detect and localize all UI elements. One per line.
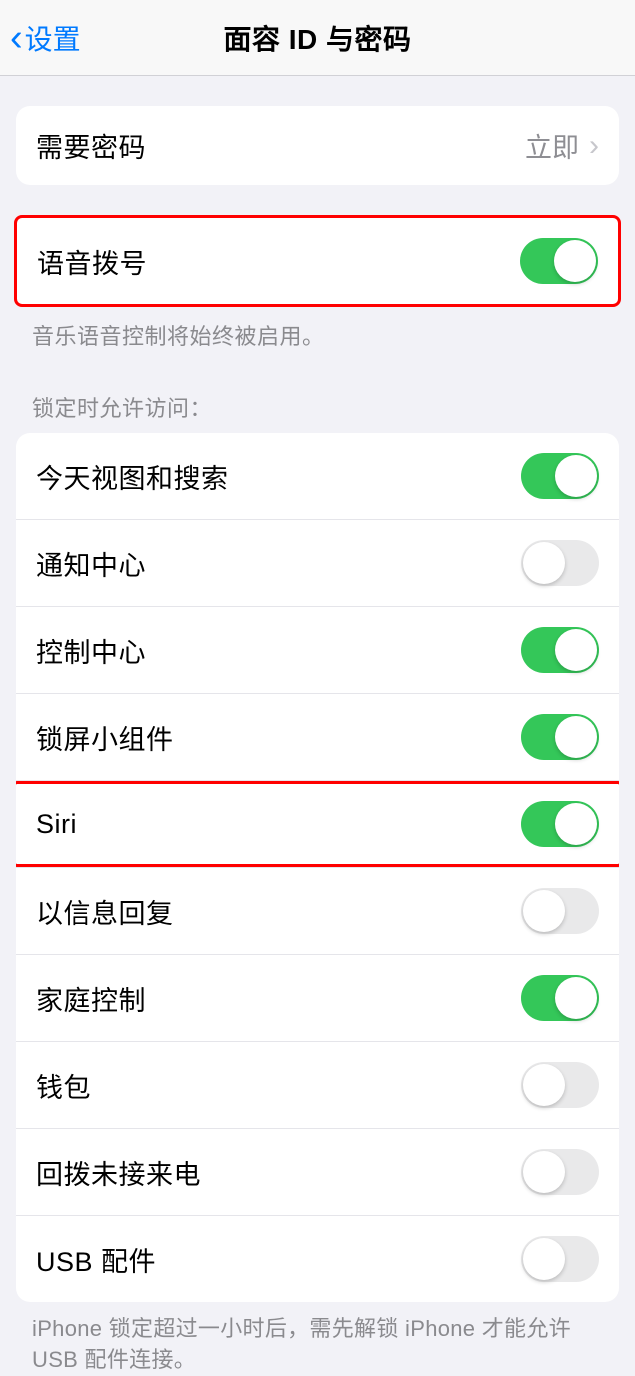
back-label: 设置 <box>25 18 81 58</box>
allow-access-toggle[interactable] <box>521 975 599 1021</box>
require-passcode-value: 立即 › <box>525 126 599 165</box>
allow-access-label: 回拨未接来电 <box>36 1153 201 1192</box>
allow-access-row: 家庭控制 <box>16 954 619 1041</box>
allow-access-label: 今天视图和搜索 <box>36 457 229 496</box>
allow-access-toggle[interactable] <box>521 1149 599 1195</box>
allow-access-row: 以信息回复 <box>16 867 619 954</box>
allow-access-label: 家庭控制 <box>36 979 146 1018</box>
page-title: 面容 ID 与密码 <box>223 18 411 58</box>
allow-access-label: 锁屏小组件 <box>36 718 174 757</box>
back-button[interactable]: ‹ 设置 <box>10 18 81 58</box>
allow-access-toggle[interactable] <box>521 1062 599 1108</box>
chevron-left-icon: ‹ <box>10 19 23 57</box>
chevron-right-icon: › <box>589 129 599 163</box>
allow-access-label: 以信息回复 <box>36 892 174 931</box>
allow-access-row: 今天视图和搜索 <box>16 433 619 519</box>
allow-access-toggle[interactable] <box>521 1236 599 1282</box>
allow-access-row: USB 配件 <box>16 1215 619 1302</box>
allow-access-row: 控制中心 <box>16 606 619 693</box>
voice-dial-footer: 音乐语音控制将始终被启用。 <box>0 307 635 351</box>
voice-dial-row: 语音拨号 <box>17 218 618 304</box>
navigation-bar: ‹ 设置 面容 ID 与密码 <box>0 0 635 76</box>
allow-access-label: 控制中心 <box>36 631 146 670</box>
voice-dial-label: 语音拨号 <box>37 242 147 281</box>
allow-access-row: 锁屏小组件 <box>16 693 619 780</box>
usb-footer: iPhone 锁定超过一小时后，需先解锁 iPhone 才能允许USB 配件连接… <box>0 1302 635 1376</box>
allow-access-toggle[interactable] <box>521 627 599 673</box>
allow-access-header: 锁定时允许访问： <box>0 391 635 433</box>
allow-access-label: 通知中心 <box>36 544 146 583</box>
require-passcode-row[interactable]: 需要密码 立即 › <box>16 106 619 185</box>
allow-access-label: USB 配件 <box>36 1240 156 1279</box>
voice-dial-group: 语音拨号 <box>14 215 621 307</box>
allow-access-row: 钱包 <box>16 1041 619 1128</box>
allow-access-toggle[interactable] <box>521 888 599 934</box>
allow-access-row: Siri <box>16 780 619 867</box>
allow-access-row: 回拨未接来电 <box>16 1128 619 1215</box>
allow-access-toggle[interactable] <box>521 714 599 760</box>
require-passcode-group: 需要密码 立即 › <box>16 106 619 185</box>
allow-access-row: 通知中心 <box>16 519 619 606</box>
allow-access-label: Siri <box>36 809 77 840</box>
allow-access-toggle[interactable] <box>521 453 599 499</box>
voice-dial-toggle[interactable] <box>520 238 598 284</box>
allow-access-group: 今天视图和搜索通知中心控制中心锁屏小组件 Siri 以信息回复家庭控制钱包回拨未接来… <box>16 433 619 1302</box>
require-passcode-label: 需要密码 <box>36 126 146 165</box>
allow-access-label: 钱包 <box>36 1066 91 1105</box>
allow-access-toggle[interactable] <box>521 801 599 847</box>
allow-access-toggle[interactable] <box>521 540 599 586</box>
